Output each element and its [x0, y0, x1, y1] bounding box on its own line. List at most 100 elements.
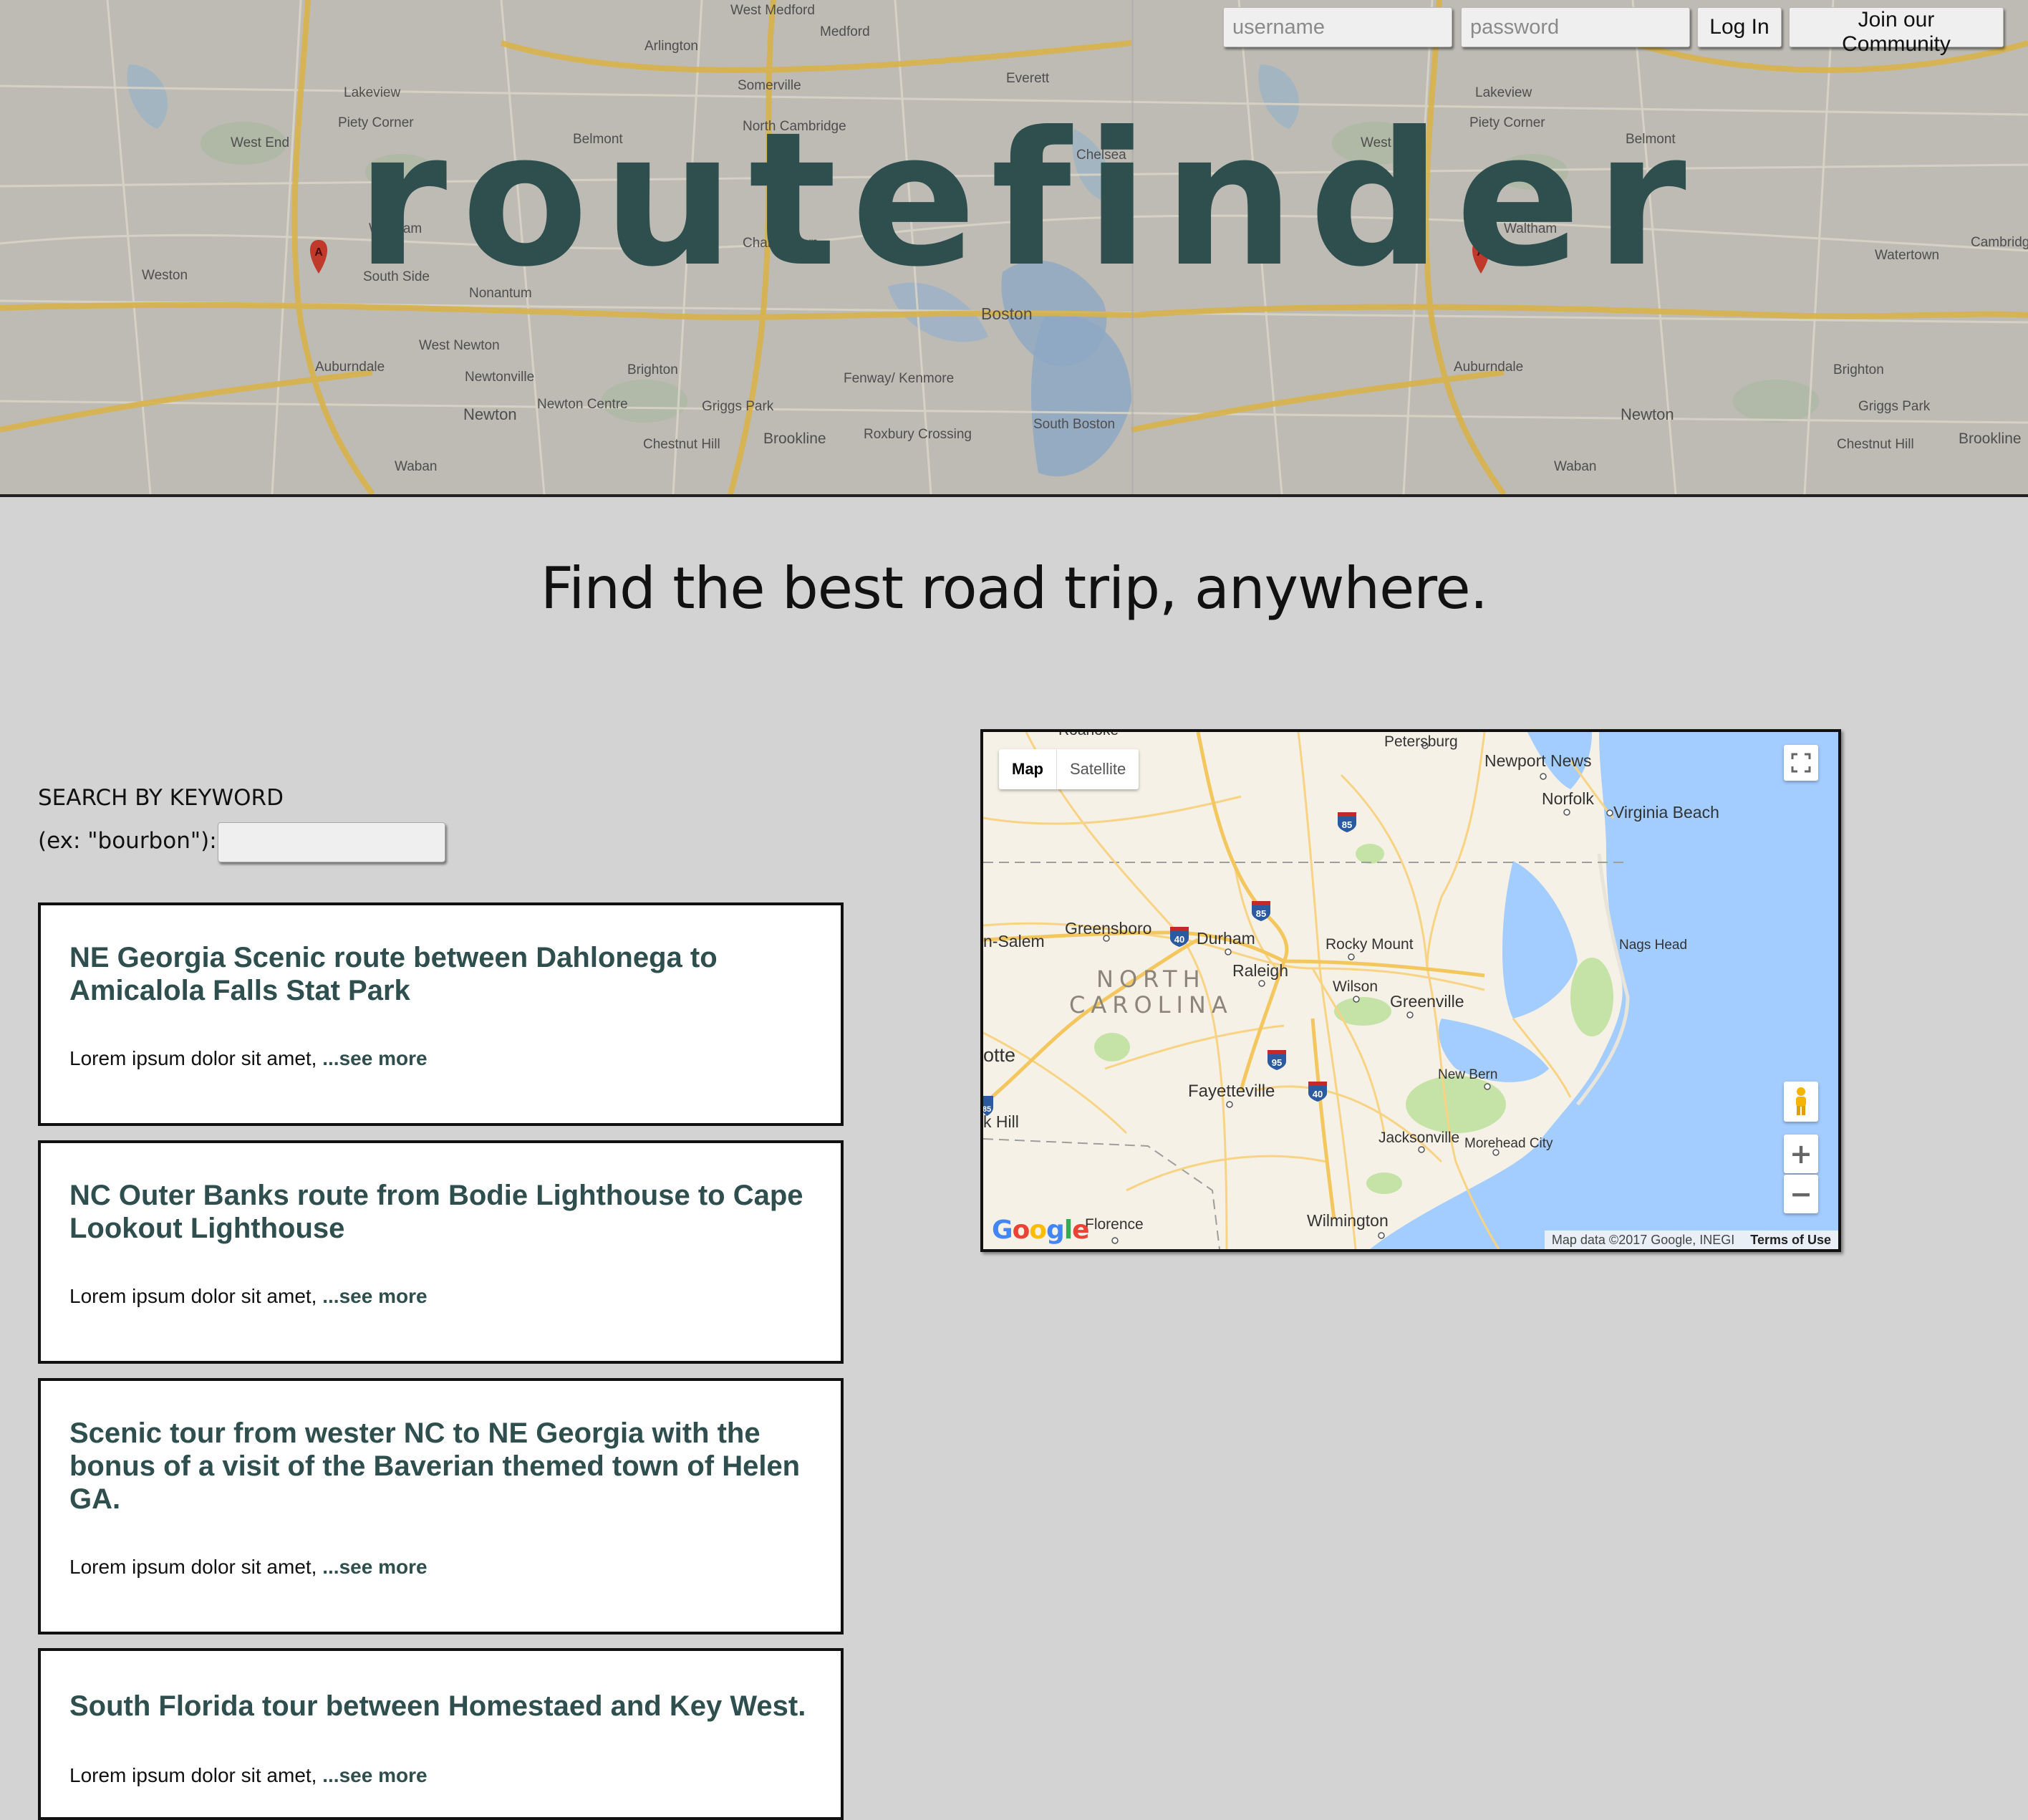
map-label-waban-2: Waban: [1554, 459, 1597, 474]
see-more-link[interactable]: ...see more: [322, 1285, 427, 1307]
city-label: Petersburg: [1384, 733, 1458, 750]
route-description-text: Lorem ipsum dolor sit amet,: [69, 1285, 323, 1307]
city-label: Greenville: [1390, 992, 1464, 1011]
city-label: Greensboro: [1065, 919, 1151, 938]
page-tagline: Find the best road trip, anywhere.: [540, 555, 1488, 622]
route-description: Lorem ipsum dolor sit amet, ...see more: [69, 1556, 428, 1579]
city-label: Wilmington: [1307, 1211, 1389, 1230]
map-attribution: Map data ©2017 Google, INEGI: [1551, 1232, 1735, 1247]
map-label-chestnut-hill-2: Chestnut Hill: [1837, 437, 1914, 452]
map-label-griggs-park-2: Griggs Park: [1858, 399, 1931, 414]
svg-text:40: 40: [1313, 1089, 1323, 1099]
route-title[interactable]: NC Outer Banks route from Bodie Lighthou…: [69, 1179, 812, 1245]
map-label-newton-2: Newton: [1621, 405, 1674, 423]
fullscreen-button[interactable]: [1784, 745, 1818, 781]
route-card[interactable]: NE Georgia Scenic route between Dahloneg…: [38, 902, 844, 1126]
brand-logo: routefinder: [356, 92, 1701, 307]
city-label: Raleigh: [1232, 961, 1288, 980]
map-label-griggs-park: Griggs Park: [702, 399, 774, 414]
state-label-north: NORTH: [1096, 966, 1206, 993]
city-label: Norfolk: [1542, 789, 1594, 808]
minus-icon: −: [1790, 1178, 1812, 1210]
pegman-icon: [1796, 1087, 1806, 1115]
svg-text:85: 85: [1342, 819, 1352, 830]
city-label: Florence: [1085, 1216, 1144, 1233]
map-label-auburndale: Auburndale: [315, 360, 385, 375]
map-label-brookline-2: Brookline: [1959, 430, 2022, 447]
plus-icon: +: [1790, 1138, 1812, 1170]
keyword-search-input[interactable]: [218, 822, 445, 862]
city-label: Fayetteville: [1188, 1082, 1275, 1101]
search-heading: SEARCH BY KEYWORD: [38, 785, 284, 811]
map-label-newton-centre: Newton Centre: [537, 397, 628, 412]
see-more-link[interactable]: ...see more: [322, 1556, 427, 1578]
city-label: otte: [983, 1044, 1015, 1066]
city-label: Wilson: [1333, 978, 1378, 995]
route-card[interactable]: NC Outer Banks route from Bodie Lighthou…: [38, 1140, 844, 1364]
route-description-text: Lorem ipsum dolor sit amet,: [69, 1047, 323, 1069]
map-label-chestnut-hill: Chestnut Hill: [643, 437, 720, 452]
city-label: Durham: [1197, 929, 1255, 948]
map-label-south-boston: South Boston: [1033, 417, 1115, 432]
svg-text:40: 40: [1174, 934, 1184, 945]
city-label: Rocky Mount: [1326, 936, 1414, 953]
city-label: Morehead City: [1464, 1136, 1553, 1151]
map-type-satellite-button[interactable]: Satellite: [1057, 749, 1139, 789]
map-type-map-button[interactable]: Map: [999, 749, 1057, 789]
map-label-waban: Waban: [395, 459, 438, 474]
route-description: Lorem ipsum dolor sit amet, ...see more: [69, 1764, 428, 1787]
map-label-west-medford: West Medford: [730, 3, 815, 18]
route-card[interactable]: South Florida tour between Homestaed and…: [38, 1648, 844, 1820]
terms-of-use-link[interactable]: Terms of Use: [1750, 1233, 1831, 1248]
map-canvas[interactable]: 85 85 40 95 40 85 NORTH CAROLINA Petersb…: [983, 732, 1838, 1249]
map-label-newton: Newton: [463, 405, 517, 423]
map-label-auburndale-2: Auburndale: [1454, 360, 1523, 375]
zoom-in-button[interactable]: +: [1784, 1135, 1818, 1173]
google-logo: Google: [992, 1215, 1090, 1245]
city-label: Virginia Beach: [1613, 803, 1719, 822]
username-input[interactable]: [1223, 7, 1452, 47]
map-label-roxbury: Roxbury Crossing: [864, 427, 972, 442]
route-map[interactable]: 85 85 40 95 40 85 NORTH CAROLINA Petersb…: [980, 729, 1841, 1252]
search-label: (ex: "bourbon"):: [38, 828, 217, 854]
fullscreen-icon: [1791, 753, 1811, 773]
route-title[interactable]: NE Georgia Scenic route between Dahloneg…: [69, 941, 812, 1007]
route-title[interactable]: South Florida tour between Homestaed and…: [69, 1690, 812, 1723]
map-label-brighton-2: Brighton: [1833, 362, 1884, 377]
map-label-brookline: Brookline: [763, 430, 826, 447]
route-card[interactable]: Scenic tour from wester NC to NE Georgia…: [38, 1378, 844, 1634]
route-description-text: Lorem ipsum dolor sit amet,: [69, 1556, 323, 1578]
zoom-out-button[interactable]: −: [1784, 1175, 1818, 1213]
map-type-control: Map Satellite: [999, 749, 1139, 789]
map-label-somerville: Somerville: [738, 78, 801, 93]
map-label-newtonville: Newtonville: [465, 370, 534, 385]
street-view-pegman[interactable]: [1784, 1082, 1818, 1122]
city-label: Nags Head: [1619, 938, 1687, 953]
map-label-everett: Everett: [1006, 71, 1050, 86]
map-label-west-newton: West Newton: [419, 338, 500, 353]
see-more-link[interactable]: ...see more: [322, 1047, 427, 1069]
map-label-arlington: Arlington: [644, 39, 698, 54]
route-description-text: Lorem ipsum dolor sit amet,: [69, 1764, 323, 1786]
svg-text:95: 95: [1272, 1057, 1282, 1068]
city-label: New Bern: [1438, 1067, 1497, 1082]
login-button[interactable]: Log In: [1697, 7, 1782, 47]
site-header: A A Arlington Medford West Medford Evere…: [0, 0, 2028, 497]
route-description: Lorem ipsum dolor sit amet, ...see more: [69, 1285, 428, 1308]
see-more-link[interactable]: ...see more: [322, 1764, 427, 1786]
city-label: n-Salem: [983, 932, 1045, 950]
city-label: Newport News: [1484, 751, 1592, 770]
route-description: Lorem ipsum dolor sit amet, ...see more: [69, 1047, 428, 1070]
join-community-button[interactable]: Join our Community: [1789, 7, 2004, 56]
map-label-fenway: Fenway/ Kenmore: [844, 371, 954, 386]
state-label-carolina: CAROLINA: [1069, 991, 1233, 1019]
password-input[interactable]: [1461, 7, 1690, 47]
city-label: k Hill: [983, 1112, 1019, 1131]
map-label-medford: Medford: [820, 24, 870, 39]
city-label: Roanoke: [1058, 732, 1119, 738]
map-label-brighton: Brighton: [627, 362, 678, 377]
map-footer: Map data ©2017 Google, INEGI Terms of Us…: [1544, 1231, 1838, 1249]
route-title[interactable]: Scenic tour from wester NC to NE Georgia…: [69, 1417, 812, 1516]
city-label: Jacksonville: [1378, 1130, 1459, 1146]
svg-text:85: 85: [1256, 908, 1266, 919]
